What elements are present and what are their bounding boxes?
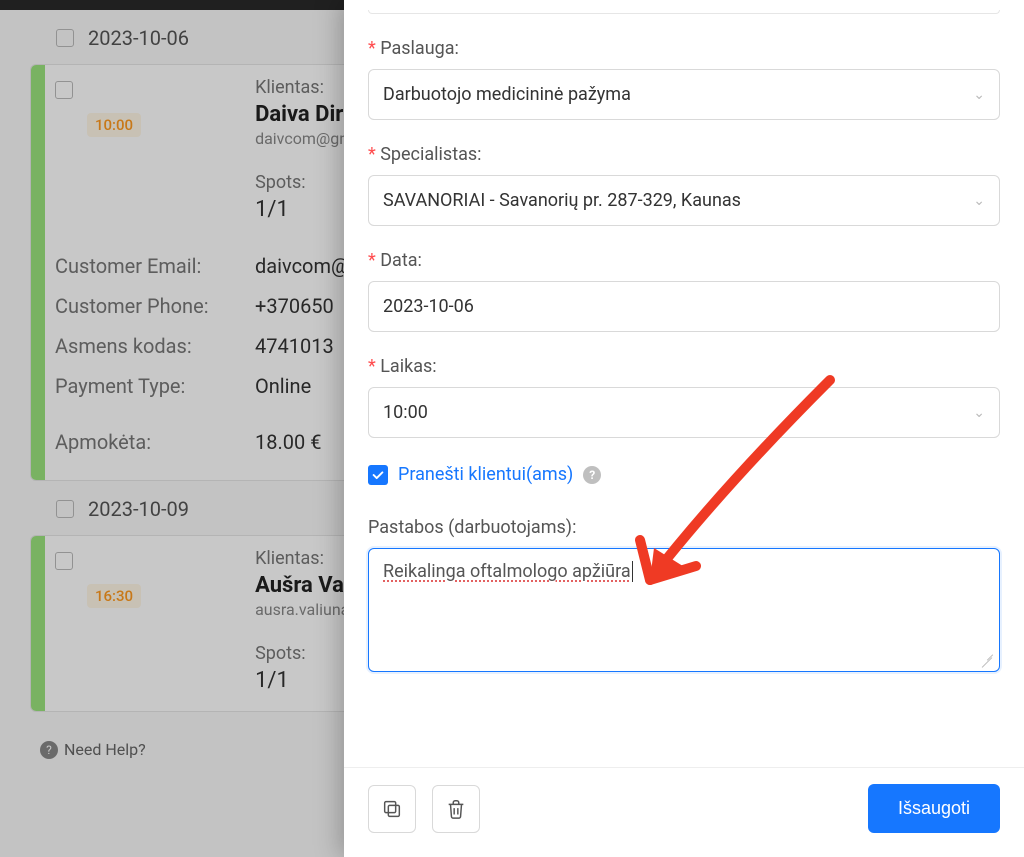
edit-drawer: Paslauga: Darbuotojo medicininė pažyma ⌄…: [344, 0, 1024, 857]
paslauga-select[interactable]: Darbuotojo medicininė pažyma ⌄: [368, 69, 1000, 120]
specialistas-value: SAVANORIAI - Savanorių pr. 287-329, Kaun…: [383, 190, 741, 211]
copy-button[interactable]: [368, 785, 416, 833]
time-badge: 10:00: [87, 113, 141, 137]
date-label: 2023-10-06: [88, 26, 189, 50]
chevron-down-icon: ⌄: [973, 87, 985, 103]
resize-handle-icon[interactable]: [980, 652, 994, 666]
delete-button[interactable]: [432, 785, 480, 833]
date-checkbox[interactable]: [56, 29, 74, 47]
row-checkbox[interactable]: [55, 552, 73, 570]
help-label: Need Help?: [64, 740, 146, 759]
data-input[interactable]: 2023-10-06: [368, 281, 1000, 332]
save-button[interactable]: Išsaugoti: [868, 784, 1000, 833]
notes-value: Reikalinga oftalmologo apžiūra: [383, 561, 631, 582]
chevron-down-icon: ⌄: [973, 193, 985, 209]
trash-icon: [445, 798, 467, 820]
laikas-select[interactable]: 10:00 ⌄: [368, 387, 1000, 438]
notes-label: Pastabos (darbuotojams):: [368, 517, 1000, 538]
date-label: 2023-10-09: [88, 497, 189, 521]
data-value: 2023-10-06: [383, 296, 474, 317]
notify-label: Pranešti klientui(ams): [398, 464, 573, 485]
help-link[interactable]: ? Need Help?: [40, 740, 146, 759]
status-bar: [31, 536, 45, 711]
status-bar: [31, 65, 45, 480]
time-badge: 16:30: [87, 584, 141, 608]
specialistas-select[interactable]: SAVANORIAI - Savanorių pr. 287-329, Kaun…: [368, 175, 1000, 226]
help-icon: ?: [40, 741, 58, 759]
chevron-down-icon: ⌄: [973, 405, 985, 421]
paslauga-value: Darbuotojo medicininė pažyma: [383, 84, 631, 105]
notify-checkbox[interactable]: [368, 465, 388, 485]
drawer-footer: Išsaugoti: [344, 767, 1024, 857]
laikas-label: Laikas:: [368, 356, 1000, 377]
notes-textarea[interactable]: Reikalinga oftalmologo apžiūra: [368, 548, 1000, 672]
data-label: Data:: [368, 250, 1000, 271]
specialistas-label: Specialistas:: [368, 144, 1000, 165]
prev-field-edge: [368, 10, 1000, 14]
info-icon[interactable]: ?: [583, 466, 601, 484]
copy-icon: [381, 798, 403, 820]
date-checkbox[interactable]: [56, 500, 74, 518]
row-checkbox[interactable]: [55, 81, 73, 99]
check-icon: [371, 468, 385, 482]
laikas-value: 10:00: [383, 402, 428, 423]
paslauga-label: Paslauga:: [368, 38, 1000, 59]
